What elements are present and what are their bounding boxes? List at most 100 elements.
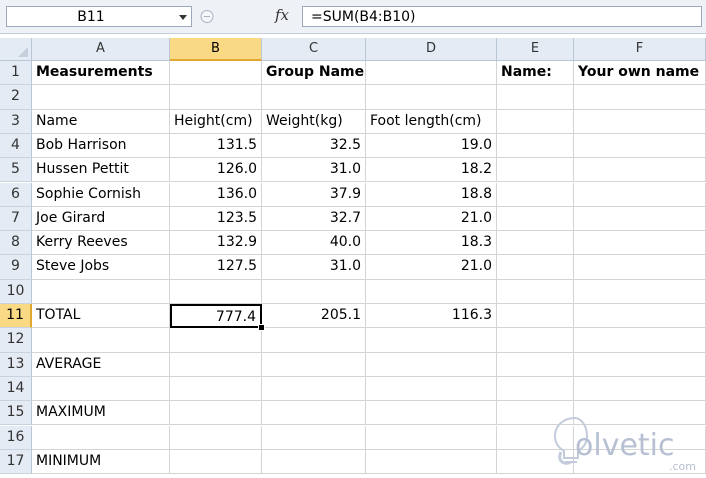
row-header-16[interactable]: 16	[0, 425, 32, 450]
column-header-d[interactable]: D	[366, 38, 497, 61]
column-header-c[interactable]: C	[262, 38, 366, 61]
cell-a8[interactable]: Kerry Reeves	[32, 231, 170, 256]
cell-e2[interactable]	[497, 85, 574, 110]
row-header-13[interactable]: 13	[0, 352, 32, 377]
cell-e9[interactable]	[497, 255, 574, 280]
cell-b15[interactable]	[170, 401, 262, 426]
cell-a2[interactable]	[32, 85, 170, 110]
cell-e8[interactable]	[497, 231, 574, 256]
cell-f8[interactable]	[574, 231, 706, 256]
cell-e7[interactable]	[497, 206, 574, 232]
cell-e3[interactable]	[497, 109, 574, 134]
cell-f4[interactable]	[574, 133, 706, 159]
cell-f13[interactable]	[574, 352, 706, 377]
cell-c11[interactable]: 205.1	[262, 304, 366, 329]
cell-e4[interactable]	[497, 133, 574, 159]
cell-b9[interactable]: 127.5	[170, 255, 262, 280]
column-header-b[interactable]: B	[170, 38, 262, 61]
cell-a1[interactable]: Measurements	[32, 61, 170, 86]
column-header-a[interactable]: A	[32, 38, 170, 61]
cell-b3[interactable]: Height(cm)	[170, 109, 262, 134]
cell-b17[interactable]	[170, 449, 262, 475]
fill-handle[interactable]	[258, 324, 265, 332]
cell-a11[interactable]: TOTAL	[32, 304, 170, 329]
cell-d13[interactable]	[366, 352, 497, 377]
cell-a14[interactable]	[32, 376, 170, 402]
cell-b4[interactable]: 131.5	[170, 133, 262, 159]
row-header-9[interactable]: 9	[0, 255, 32, 280]
cell-f7[interactable]	[574, 206, 706, 232]
row-header-14[interactable]: 14	[0, 376, 32, 402]
cell-d2[interactable]	[366, 85, 497, 110]
cell-c6[interactable]: 37.9	[262, 182, 366, 207]
cell-a6[interactable]: Sophie Cornish	[32, 182, 170, 207]
cell-e10[interactable]	[497, 279, 574, 304]
cell-b2[interactable]	[170, 85, 262, 110]
row-header-5[interactable]: 5	[0, 158, 32, 183]
row-header-15[interactable]: 15	[0, 401, 32, 426]
insert-function-icon[interactable]: fx	[275, 6, 289, 24]
cell-f9[interactable]	[574, 255, 706, 280]
select-all-button[interactable]	[0, 38, 32, 61]
cell-a13[interactable]: AVERAGE	[32, 352, 170, 377]
cell-a10[interactable]	[32, 279, 170, 304]
cell-b16[interactable]	[170, 425, 262, 450]
cell-d17[interactable]	[366, 449, 497, 475]
row-header-2[interactable]: 2	[0, 85, 32, 110]
row-header-8[interactable]: 8	[0, 231, 32, 256]
name-box-dropdown-icon[interactable]	[179, 15, 187, 20]
cell-a17[interactable]: MINIMUM	[32, 449, 170, 475]
cell-c1[interactable]: Group Name	[262, 61, 366, 86]
cell-d1[interactable]	[366, 61, 497, 86]
cell-b6[interactable]: 136.0	[170, 182, 262, 207]
cell-b13[interactable]	[170, 352, 262, 377]
cell-f14[interactable]	[574, 376, 706, 402]
row-header-11[interactable]: 11	[0, 304, 32, 329]
cell-c8[interactable]: 40.0	[262, 231, 366, 256]
cell-c4[interactable]: 32.5	[262, 133, 366, 159]
cell-f2[interactable]	[574, 85, 706, 110]
cell-a12[interactable]	[32, 328, 170, 353]
cell-a4[interactable]: Bob Harrison	[32, 133, 170, 159]
cell-d6[interactable]: 18.8	[366, 182, 497, 207]
cell-e13[interactable]	[497, 352, 574, 377]
row-header-4[interactable]: 4	[0, 133, 32, 159]
cell-a9[interactable]: Steve Jobs	[32, 255, 170, 280]
cell-d5[interactable]: 18.2	[366, 158, 497, 183]
cell-f6[interactable]	[574, 182, 706, 207]
cell-b5[interactable]: 126.0	[170, 158, 262, 183]
cell-e6[interactable]	[497, 182, 574, 207]
cell-a7[interactable]: Joe Girard	[32, 206, 170, 232]
row-header-3[interactable]: 3	[0, 109, 32, 134]
cell-b8[interactable]: 132.9	[170, 231, 262, 256]
cell-f10[interactable]	[574, 279, 706, 304]
cell-d7[interactable]: 21.0	[366, 206, 497, 232]
cell-d11[interactable]: 116.3	[366, 304, 497, 329]
cell-d12[interactable]	[366, 328, 497, 353]
cell-b10[interactable]	[170, 279, 262, 304]
cell-c16[interactable]	[262, 425, 366, 450]
cell-a3[interactable]: Name	[32, 109, 170, 134]
cell-e12[interactable]	[497, 328, 574, 353]
cell-a5[interactable]: Hussen Pettit	[32, 158, 170, 183]
cell-b7[interactable]: 123.5	[170, 206, 262, 232]
cell-c10[interactable]	[262, 279, 366, 304]
cell-b12[interactable]	[170, 328, 262, 353]
cell-e1[interactable]: Name:	[497, 61, 574, 86]
cell-f11[interactable]	[574, 304, 706, 329]
cell-b14[interactable]	[170, 376, 262, 402]
cell-f1[interactable]: Your own name	[574, 61, 706, 86]
cell-f5[interactable]	[574, 158, 706, 183]
cell-c13[interactable]	[262, 352, 366, 377]
cell-c15[interactable]	[262, 401, 366, 426]
formula-input[interactable]: =SUM(B4:B10)	[302, 6, 702, 27]
cell-c9[interactable]: 31.0	[262, 255, 366, 280]
cell-e11[interactable]	[497, 304, 574, 329]
column-header-f[interactable]: F	[574, 38, 706, 61]
cell-d16[interactable]	[366, 425, 497, 450]
row-header-7[interactable]: 7	[0, 206, 32, 232]
name-box[interactable]: B11	[6, 6, 192, 27]
cell-a15[interactable]: MAXIMUM	[32, 401, 170, 426]
cell-d15[interactable]	[366, 401, 497, 426]
row-header-17[interactable]: 17	[0, 449, 32, 475]
